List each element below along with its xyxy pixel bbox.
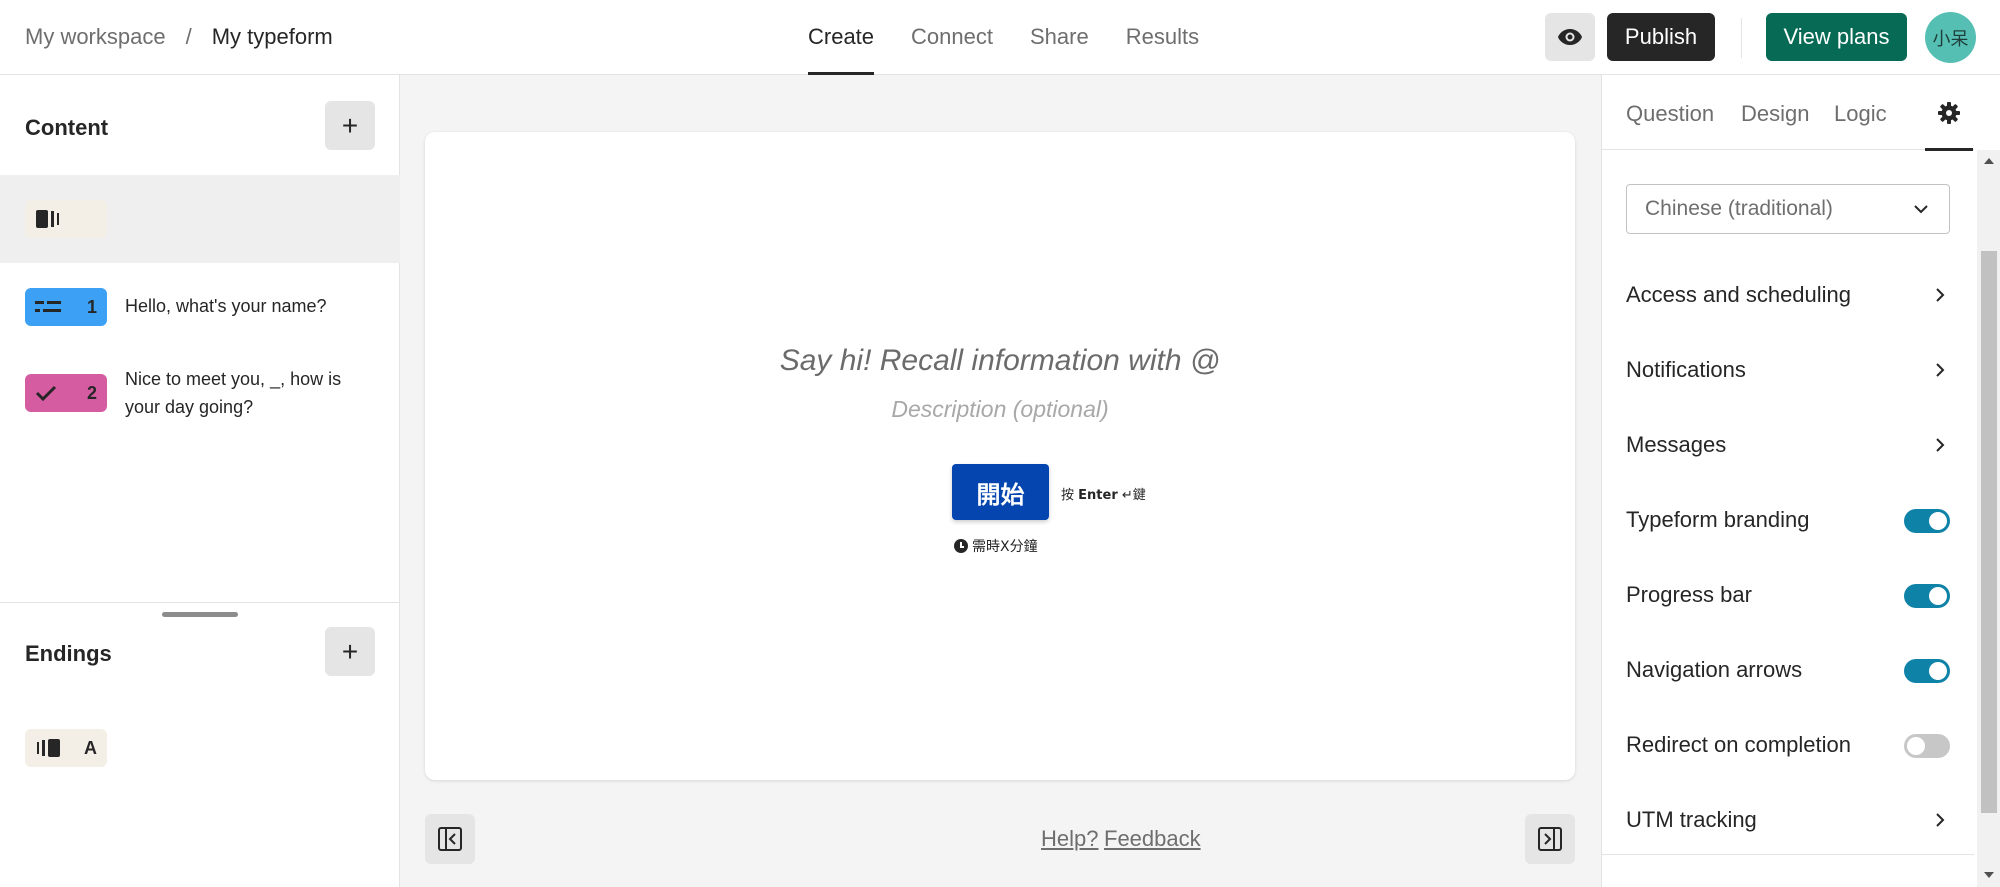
setting-notifications[interactable]: Notifications xyxy=(1626,350,1950,390)
settings-panel: Question Design Logic Chinese (tradition… xyxy=(1601,75,2000,887)
question-2-number: 2 xyxy=(86,382,97,403)
tab-question[interactable]: Question xyxy=(1626,101,1714,127)
question-1-text[interactable]: Hello, what's your name? xyxy=(125,292,355,320)
panel-bottom-divider xyxy=(1602,854,1974,855)
setting-label: Access and scheduling xyxy=(1626,282,1852,307)
tab-logic[interactable]: Logic xyxy=(1834,101,1887,127)
setting-progress-bar: Progress bar xyxy=(1626,575,1950,615)
enter-key-hint: 按 Enter ↵鍵 xyxy=(1061,484,1146,503)
breadcrumb-form-name[interactable]: My typeform xyxy=(212,24,333,50)
panel-collapse-left-icon xyxy=(438,827,462,851)
setting-label: Notifications xyxy=(1626,357,1746,382)
panel-collapse-right-icon xyxy=(1538,827,1562,851)
question-2-badge[interactable]: 2 xyxy=(25,374,107,412)
chevron-right-icon xyxy=(1936,363,1945,377)
chevron-right-icon xyxy=(1936,438,1945,452)
ending-a-letter: A xyxy=(84,737,97,758)
view-plans-button[interactable]: View plans xyxy=(1766,13,1907,61)
setting-access-scheduling[interactable]: Access and scheduling xyxy=(1626,275,1950,315)
chevron-right-icon xyxy=(1936,288,1945,302)
setting-label: Navigation arrows xyxy=(1626,657,1803,682)
clock-icon xyxy=(954,539,968,553)
welcome-screen-icon xyxy=(36,210,59,228)
top-header: My workspace / My typeform Create Connec… xyxy=(0,0,2000,75)
welcome-screen-badge xyxy=(25,200,107,238)
plus-icon: + xyxy=(341,109,359,141)
chevron-right-icon xyxy=(1936,813,1945,827)
welcome-title-input[interactable]: Say hi! Recall information with @ xyxy=(425,344,1575,378)
avatar[interactable]: 小呆 xyxy=(1925,12,1976,63)
language-select[interactable]: Chinese (traditional) xyxy=(1626,184,1950,234)
setting-label: Redirect on completion xyxy=(1626,732,1852,757)
feedback-link[interactable]: Feedback xyxy=(1104,826,1201,852)
tab-connect[interactable]: Connect xyxy=(911,0,993,75)
enter-hint-key: Enter xyxy=(1078,488,1118,503)
editor-canvas: Say hi! Recall information with @ Descri… xyxy=(400,75,1601,887)
redirect-on-completion-toggle[interactable] xyxy=(1904,734,1950,758)
gear-icon xyxy=(1938,101,1960,124)
setting-label: Messages xyxy=(1626,432,1727,457)
language-select-value: Chinese (traditional) xyxy=(1645,197,1833,220)
welcome-description-input[interactable]: Description (optional) xyxy=(425,396,1575,423)
content-section-title: Content xyxy=(25,115,109,140)
collapse-right-panel-button[interactable] xyxy=(1525,814,1575,864)
welcome-screen-card: Say hi! Recall information with @ Descri… xyxy=(425,132,1575,780)
help-link[interactable]: Help? xyxy=(1041,826,1098,852)
breadcrumb: My workspace / My typeform xyxy=(25,24,333,50)
question-1-number: 1 xyxy=(86,296,97,317)
setting-utm-tracking[interactable]: UTM tracking xyxy=(1626,800,1950,840)
welcome-screen-item[interactable] xyxy=(0,175,400,263)
enter-hint-suffix: 鍵 xyxy=(1132,488,1146,503)
setting-messages[interactable]: Messages xyxy=(1626,425,1950,465)
sidebar-divider xyxy=(0,602,400,603)
start-button[interactable]: 開始 xyxy=(952,464,1049,520)
navigation-arrows-toggle[interactable] xyxy=(1904,659,1950,683)
question-2-text[interactable]: Nice to meet you, _, how is your day goi… xyxy=(125,365,355,421)
plus-icon: + xyxy=(341,635,359,667)
enter-key-icon: ↵ xyxy=(1121,488,1133,503)
tab-share[interactable]: Share xyxy=(1030,0,1089,75)
scrollbar-thumb[interactable] xyxy=(1981,251,1997,813)
scroll-up-arrow-icon[interactable] xyxy=(1984,158,1994,164)
question-1-badge[interactable]: 1 xyxy=(25,288,107,326)
typeform-branding-toggle[interactable] xyxy=(1904,509,1950,533)
progress-bar-toggle[interactable] xyxy=(1904,584,1950,608)
breadcrumb-separator: / xyxy=(185,24,192,49)
left-sidebar: Content + 1 Hello, what's your name? 2 N… xyxy=(0,75,400,887)
setting-redirect-on-completion: Redirect on completion xyxy=(1626,725,1950,765)
resize-handle[interactable] xyxy=(162,612,238,617)
panel-tabs: Question Design Logic xyxy=(1602,75,1974,151)
scroll-down-arrow-icon[interactable] xyxy=(1984,872,1994,878)
header-divider xyxy=(1741,18,1742,58)
tab-settings[interactable] xyxy=(1925,75,1973,151)
add-content-button[interactable]: + xyxy=(325,101,375,150)
ending-screen-icon xyxy=(37,739,60,757)
tab-create[interactable]: Create xyxy=(808,0,875,75)
preview-button[interactable] xyxy=(1545,13,1595,61)
breadcrumb-workspace-link[interactable]: My workspace xyxy=(25,24,166,50)
time-to-complete-text: 需時X分鐘 xyxy=(972,539,1038,555)
collapse-left-panel-button[interactable] xyxy=(425,814,475,864)
eye-icon xyxy=(1558,29,1582,45)
check-icon xyxy=(35,385,57,401)
chevron-down-icon xyxy=(1914,205,1928,214)
setting-label: Progress bar xyxy=(1626,582,1752,607)
publish-button[interactable]: Publish xyxy=(1607,13,1715,61)
short-text-icon xyxy=(35,301,61,312)
time-to-complete: 需時X分鐘 xyxy=(954,536,1038,556)
tab-design[interactable]: Design xyxy=(1741,101,1809,127)
setting-label: UTM tracking xyxy=(1626,807,1757,832)
add-ending-button[interactable]: + xyxy=(325,627,375,676)
enter-hint-prefix: 按 xyxy=(1061,488,1075,503)
ending-a-badge[interactable]: A xyxy=(25,729,107,767)
main-nav-tabs: Create Connect Share Results xyxy=(808,0,1236,75)
settings-scrollbar[interactable] xyxy=(1977,150,2000,887)
endings-section-title: Endings xyxy=(25,641,112,666)
setting-label: Typeform branding xyxy=(1626,507,1810,532)
setting-navigation-arrows: Navigation arrows xyxy=(1626,650,1950,690)
tab-results[interactable]: Results xyxy=(1126,0,1199,75)
setting-typeform-branding: Typeform branding xyxy=(1626,500,1950,540)
